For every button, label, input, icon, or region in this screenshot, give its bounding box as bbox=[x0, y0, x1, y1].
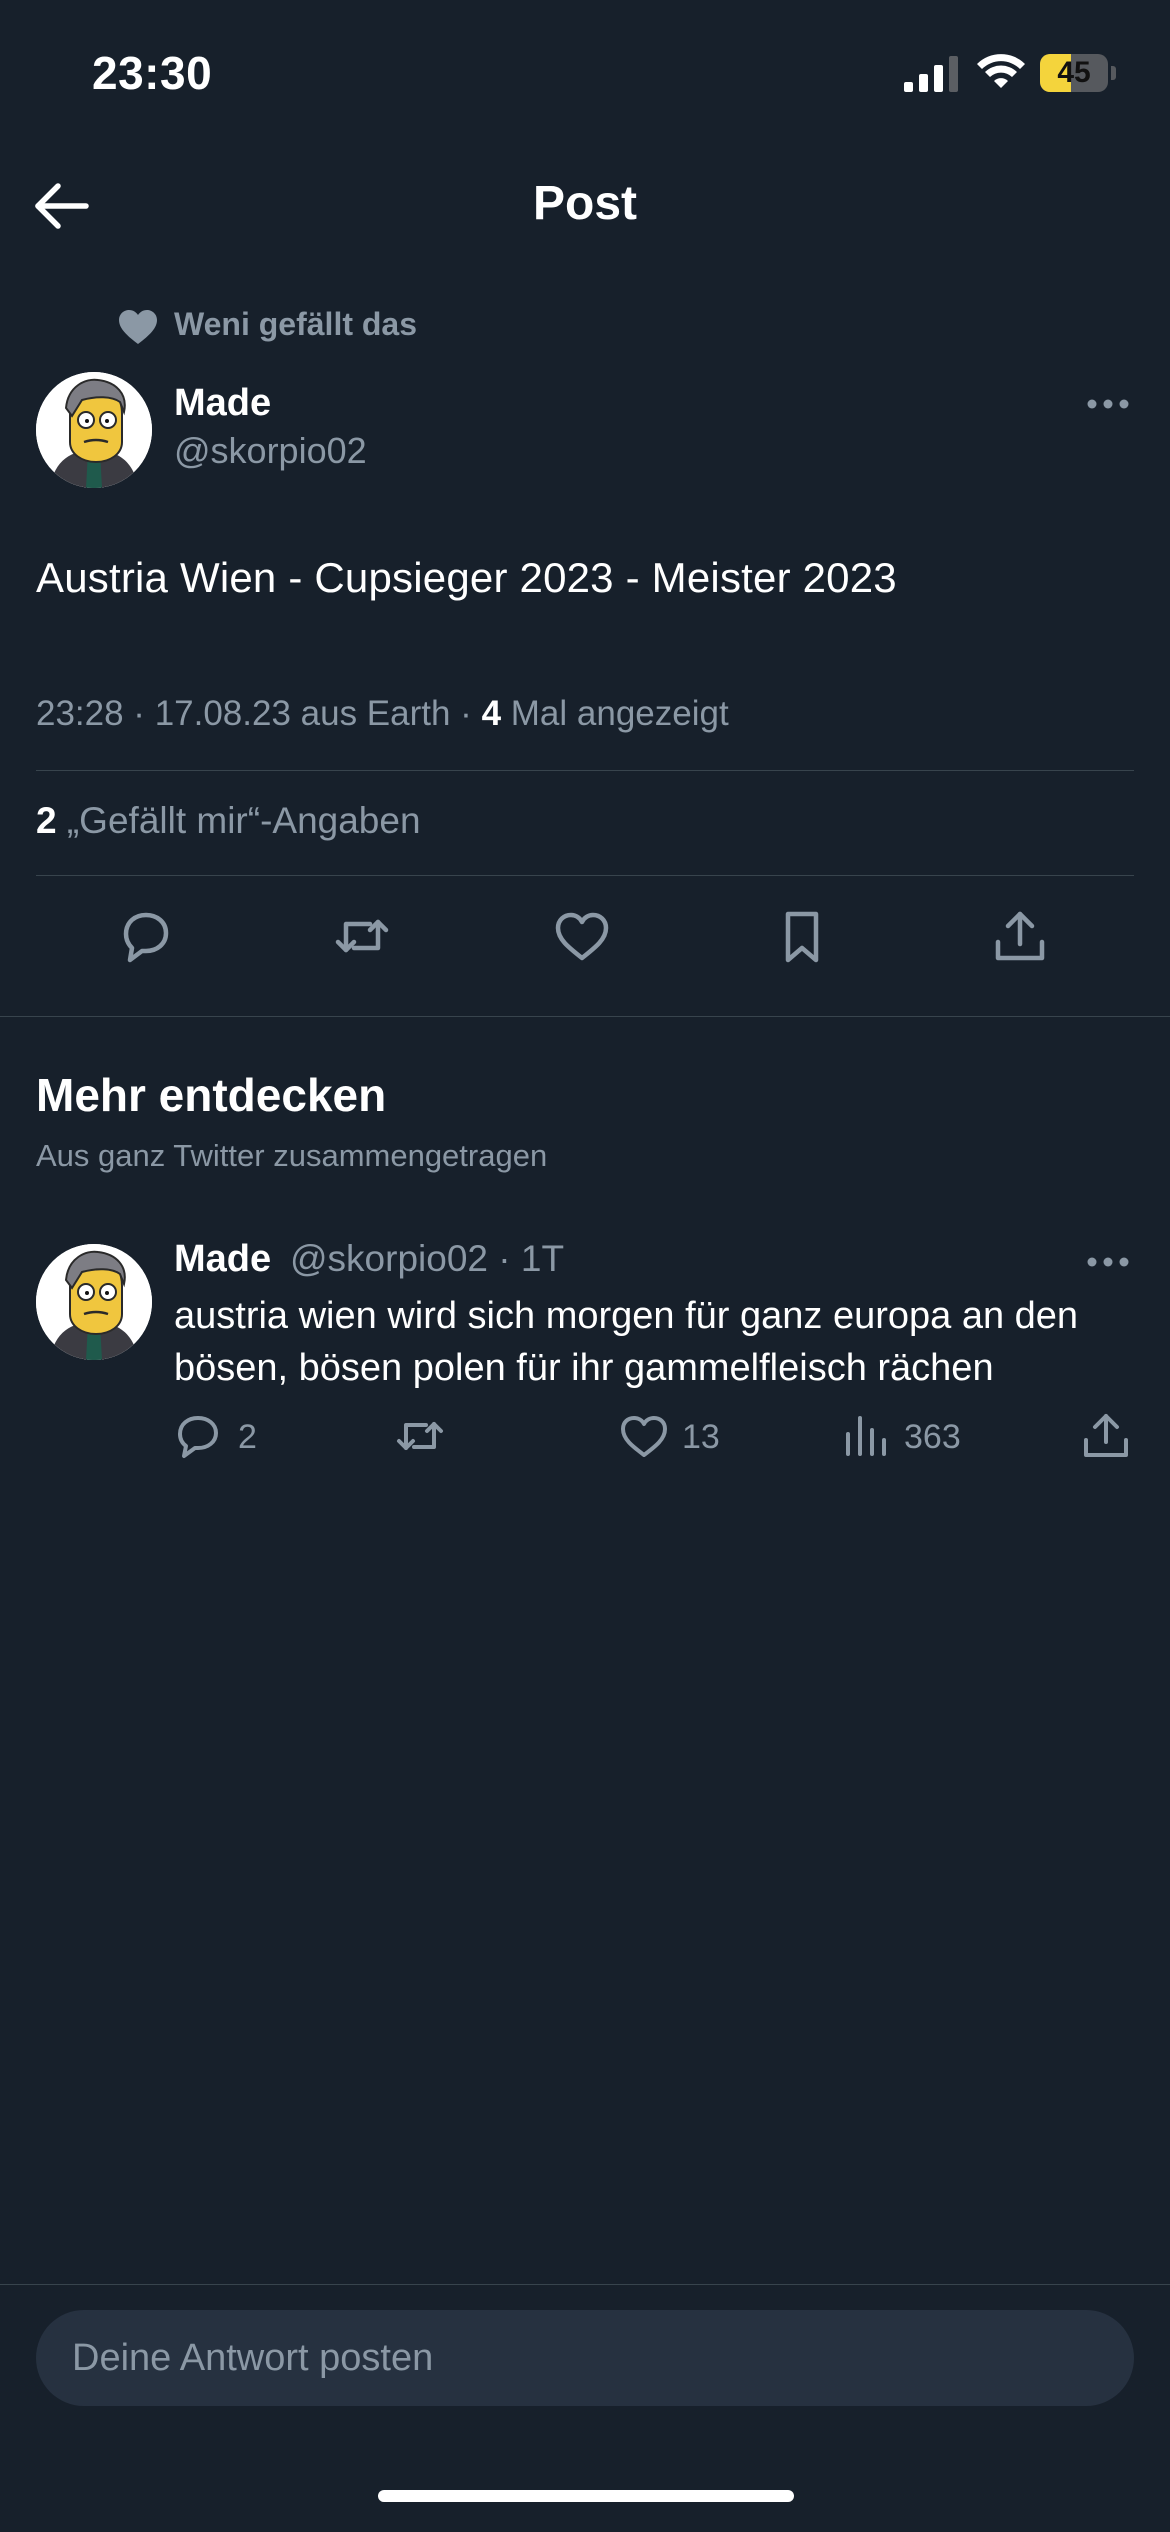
wifi-icon bbox=[977, 54, 1025, 88]
bookmark-icon[interactable] bbox=[772, 906, 832, 966]
heart-icon[interactable] bbox=[618, 1410, 670, 1462]
liked-by-text: Weni gefällt das bbox=[174, 306, 418, 342]
views-count: 4 bbox=[481, 694, 502, 733]
signal-icon bbox=[904, 56, 958, 92]
more-icon[interactable] bbox=[1084, 394, 1132, 414]
page-title: Post bbox=[532, 177, 637, 230]
views-icon[interactable] bbox=[840, 1410, 892, 1462]
post-meta: 23:28 · 17.08.23 aus Earth · 4 Mal angez… bbox=[36, 694, 729, 734]
post-timestamp: 23:28 · 17.08.23 aus Earth · bbox=[36, 694, 482, 733]
arrow-left-icon bbox=[35, 183, 89, 229]
likes-count: 2 bbox=[36, 800, 57, 841]
status-time: 23:30 bbox=[92, 47, 213, 99]
discover-subtitle: Aus ganz Twitter zusammengetragen bbox=[36, 1138, 548, 1173]
divider bbox=[36, 875, 1134, 876]
retweet-icon[interactable] bbox=[332, 906, 392, 966]
composer-divider bbox=[0, 2284, 1170, 2285]
avatar-image bbox=[36, 1244, 152, 1360]
discover-author-name[interactable]: Made bbox=[174, 1238, 271, 1281]
author-name[interactable]: Made bbox=[174, 382, 271, 425]
reply-count: 2 bbox=[238, 1418, 257, 1456]
divider bbox=[36, 770, 1134, 771]
heart-icon[interactable] bbox=[552, 906, 612, 966]
post-text: Austria Wien - Cupsieger 2023 - Meister … bbox=[36, 554, 897, 601]
battery-cap bbox=[1111, 66, 1116, 80]
reply-icon[interactable] bbox=[172, 1410, 224, 1462]
discover-title: Mehr entdecken bbox=[36, 1069, 387, 1121]
heart-icon bbox=[119, 310, 157, 344]
avatar[interactable] bbox=[36, 1244, 152, 1360]
avatar[interactable] bbox=[36, 372, 152, 488]
more-icon[interactable] bbox=[1084, 1252, 1132, 1272]
battery-icon: 45 bbox=[1040, 54, 1108, 92]
likes-summary[interactable]: 2 „Gefällt mir“-Angaben bbox=[36, 800, 421, 842]
section-divider bbox=[0, 1016, 1170, 1017]
views-label: Mal angezeigt bbox=[501, 694, 729, 733]
likes-label: „Gefällt mir“-Angaben bbox=[56, 800, 421, 841]
retweet-icon[interactable] bbox=[394, 1410, 446, 1462]
discover-post-line: austria wien wird sich morgen für ganz e… bbox=[174, 1295, 1079, 1337]
share-icon[interactable] bbox=[1080, 1410, 1132, 1462]
discover-post-line: bösen, bösen polen für ihr gammelfleisch… bbox=[174, 1347, 994, 1389]
battery-level: 45 bbox=[1057, 56, 1091, 89]
reply-input[interactable]: Deine Antwort posten bbox=[36, 2310, 1134, 2406]
avatar-image bbox=[36, 372, 152, 488]
discover-post-text[interactable]: austria wien wird sich morgen für ganz e… bbox=[174, 1290, 1134, 1394]
discover-author-meta: @skorpio02 · 1T bbox=[290, 1238, 565, 1279]
back-button[interactable] bbox=[30, 176, 94, 240]
home-indicator[interactable] bbox=[378, 2490, 794, 2502]
like-count: 13 bbox=[682, 1418, 720, 1456]
author-handle[interactable]: @skorpio02 bbox=[174, 430, 367, 472]
reply-placeholder: Deine Antwort posten bbox=[72, 2337, 434, 2379]
views-count: 363 bbox=[904, 1418, 961, 1456]
share-icon[interactable] bbox=[990, 906, 1050, 966]
reply-icon[interactable] bbox=[114, 906, 174, 966]
